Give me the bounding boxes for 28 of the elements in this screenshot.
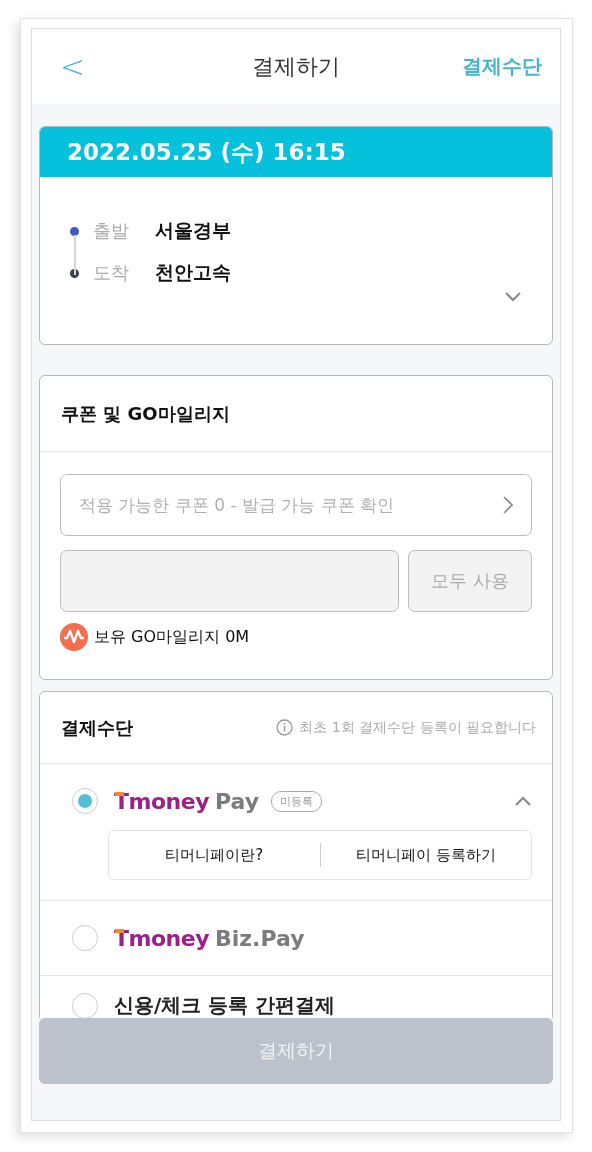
info-link[interactable]: 티머니페이란? <box>109 844 320 866</box>
payment-method-link[interactable]: 결제수단 <box>462 53 542 80</box>
stop-label: 도착 <box>93 261 130 285</box>
section-title: 결제수단 <box>61 715 133 740</box>
status-badge: 미등록 <box>271 790 322 812</box>
payment-logo: Tmoney Biz.Pay <box>114 925 305 951</box>
stop-label: 출발 <box>93 219 130 243</box>
notice-text: 최초 1회 결제수단 등록이 필요합니다 <box>299 718 536 737</box>
use-all-button[interactable]: 모두 사용 <box>408 550 532 612</box>
page-title: 결제하기 <box>252 52 340 81</box>
payment-method-label: 신용/체크 등록 간편결제 <box>114 992 336 1018</box>
mileage-balance: 보유 GO마일리지 0M <box>94 626 250 648</box>
collapse-chevron-icon[interactable] <box>514 795 532 807</box>
mileage-icon <box>60 623 88 651</box>
stop-dot <box>70 226 79 236</box>
section-title: 쿠폰 및 GO마일리지 <box>61 401 230 426</box>
departure-datetime: 2022.05.25 (수) 16:15 <box>40 127 552 177</box>
info-icon <box>276 719 294 736</box>
info-link[interactable]: 티머니페이 등록하기 <box>320 844 531 866</box>
terminal-name: 천안고속 <box>155 260 231 285</box>
expand-chevron-icon[interactable] <box>504 291 522 302</box>
terminal-name: 서울경부 <box>155 218 231 243</box>
coupon-field[interactable]: 적용 가능한 쿠폰 0 - 발급 가능 쿠폰 확인 <box>60 474 532 536</box>
back-button[interactable]: < <box>54 51 92 82</box>
chevron-right-icon <box>503 496 513 514</box>
stop-dot <box>70 268 79 278</box>
payment-logo: Tmoney Pay <box>114 788 259 814</box>
mileage-input-field[interactable] <box>60 550 399 612</box>
